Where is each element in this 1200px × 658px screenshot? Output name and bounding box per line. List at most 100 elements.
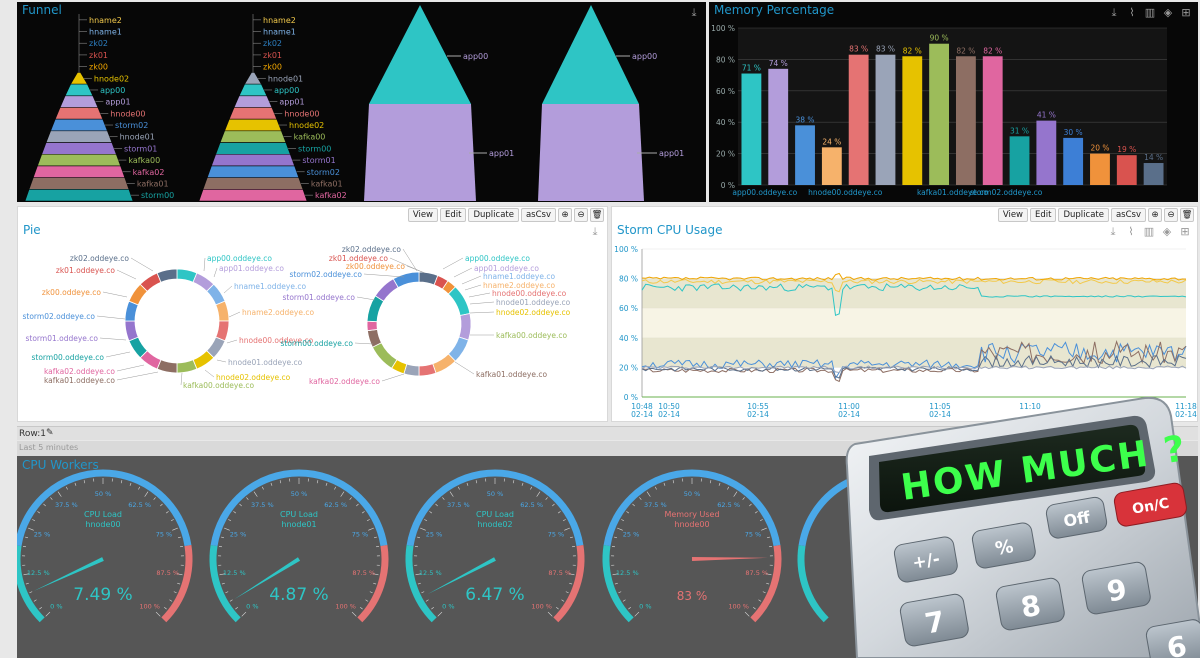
gauge-tick bbox=[233, 511, 237, 514]
funnel-segment bbox=[198, 189, 308, 202]
gauge-tick-label: 37.5 % bbox=[644, 501, 667, 509]
gauge-tick bbox=[435, 503, 438, 507]
gauge-tick bbox=[65, 486, 68, 490]
pie-label: hnode01.oddeye.co bbox=[496, 298, 571, 307]
gauge-tick bbox=[279, 480, 282, 484]
gauge-tick bbox=[749, 503, 752, 507]
gauge-name: CPU Load bbox=[84, 510, 122, 519]
funnel-label: zk01 bbox=[263, 51, 282, 60]
y-tick-label: 40 % bbox=[716, 118, 735, 127]
funnel-label: storm01 bbox=[124, 144, 157, 153]
pie-slice bbox=[418, 363, 437, 377]
gauge-tick bbox=[733, 491, 738, 497]
pie-connector bbox=[228, 311, 241, 318]
bar bbox=[982, 56, 1003, 186]
gauge-tick bbox=[449, 491, 454, 497]
bar-value-label: 19 % bbox=[1117, 145, 1136, 154]
gauge-tick-label: 12.5 % bbox=[419, 569, 442, 577]
bar bbox=[929, 43, 950, 186]
funnel-label: zk01 bbox=[89, 51, 108, 60]
funnel-segment bbox=[215, 142, 291, 155]
gauge-tick bbox=[457, 486, 460, 490]
gauge-tick bbox=[220, 536, 225, 539]
gauge-tick-label: 75 % bbox=[548, 531, 565, 539]
gauge-tick bbox=[253, 491, 258, 497]
gauge-tick bbox=[626, 511, 630, 514]
gauge-tick bbox=[235, 607, 238, 610]
pie-connector bbox=[116, 364, 145, 372]
gauge-tick bbox=[709, 480, 712, 484]
bar bbox=[902, 56, 923, 186]
gauge-tick-label: 62.5 % bbox=[128, 501, 151, 509]
funnel-label: app01 bbox=[279, 98, 304, 107]
gauge-tick bbox=[153, 497, 156, 500]
x-tick-date: 02-14 bbox=[658, 410, 680, 419]
pie-label: storm01.oddeye.co bbox=[283, 293, 356, 302]
funnel-label: storm01 bbox=[302, 156, 335, 165]
gauge-tick bbox=[761, 527, 767, 531]
gauge-tick bbox=[569, 582, 573, 585]
gauge-tick bbox=[621, 519, 625, 522]
gauge-tick bbox=[663, 482, 666, 486]
gauge-arc bbox=[798, 479, 850, 547]
gauge-tick bbox=[228, 519, 232, 522]
gauge-tick bbox=[37, 511, 41, 514]
gauge-tick bbox=[177, 582, 181, 585]
pie-slice bbox=[176, 359, 198, 374]
pie-label: zk02.oddeye.co bbox=[342, 245, 401, 254]
pie-slice bbox=[215, 300, 230, 322]
pyramid-top bbox=[369, 5, 471, 104]
funnel-segment bbox=[202, 177, 304, 190]
gauge-value: 7.49 % bbox=[73, 585, 132, 605]
bar-value-label: 82 % bbox=[983, 46, 1002, 55]
gauge-tick bbox=[639, 497, 642, 500]
gauge-tick-label: 50 % bbox=[487, 490, 504, 498]
gauge-tick bbox=[83, 480, 86, 484]
pie-connector bbox=[180, 372, 183, 386]
gauge-tick bbox=[138, 486, 141, 490]
gauge-tick bbox=[172, 527, 178, 531]
pie-connector bbox=[216, 359, 227, 363]
gauge-tick bbox=[144, 491, 149, 497]
y-tick-label: 60 % bbox=[716, 87, 735, 96]
gauge-tick bbox=[512, 480, 515, 484]
gauge-value: 4.87 % bbox=[269, 585, 328, 605]
gauge-arc bbox=[602, 545, 634, 623]
gauge-tick-label: 100 % bbox=[139, 603, 160, 611]
gauge-arc bbox=[161, 545, 193, 623]
pie-connector bbox=[402, 248, 418, 272]
bar-value-label: 41 % bbox=[1037, 111, 1056, 120]
pencil-icon[interactable]: ✎ bbox=[46, 428, 54, 438]
gauge-tick-label: 87.5 % bbox=[745, 569, 768, 577]
pyramid-1: app00 app01 bbox=[364, 5, 514, 201]
bar-value-label: 20 % bbox=[1090, 144, 1109, 153]
gauge-tick bbox=[634, 611, 640, 617]
gauge-tick bbox=[562, 519, 566, 522]
gauge-tick bbox=[160, 503, 163, 507]
pie-connector bbox=[102, 291, 128, 298]
gauge-host: hnode01 bbox=[281, 520, 316, 529]
bar-value-label: 31 % bbox=[1010, 126, 1029, 135]
funnel-segment bbox=[228, 107, 278, 120]
gauge-tick bbox=[334, 486, 337, 490]
gauge-tick bbox=[628, 607, 631, 610]
pie-connector bbox=[469, 311, 495, 314]
gauge-arc bbox=[750, 545, 782, 623]
funnel-segment bbox=[206, 165, 300, 178]
gauge-tick-label: 0 % bbox=[50, 603, 62, 611]
funnel-label: kafka01 bbox=[137, 179, 169, 188]
gauge-tick bbox=[369, 591, 373, 594]
gauge-tick bbox=[164, 607, 167, 610]
bar-value-label: 74 % bbox=[769, 59, 788, 68]
gauge-name: CPU Load bbox=[476, 510, 514, 519]
gauge-tick bbox=[361, 511, 365, 514]
bar bbox=[1116, 155, 1137, 185]
gauge-tick bbox=[754, 511, 758, 514]
pie-label: zk00.oddeye.co bbox=[42, 288, 101, 297]
gauge-tick bbox=[766, 582, 770, 585]
pie-label: app00.oddeye.co bbox=[207, 254, 272, 263]
bar-value-label: 83 % bbox=[876, 45, 895, 54]
bar-value-label: 38 % bbox=[796, 115, 815, 124]
gauge-name: Memory Used bbox=[664, 510, 719, 519]
gauge-tick bbox=[556, 607, 559, 610]
